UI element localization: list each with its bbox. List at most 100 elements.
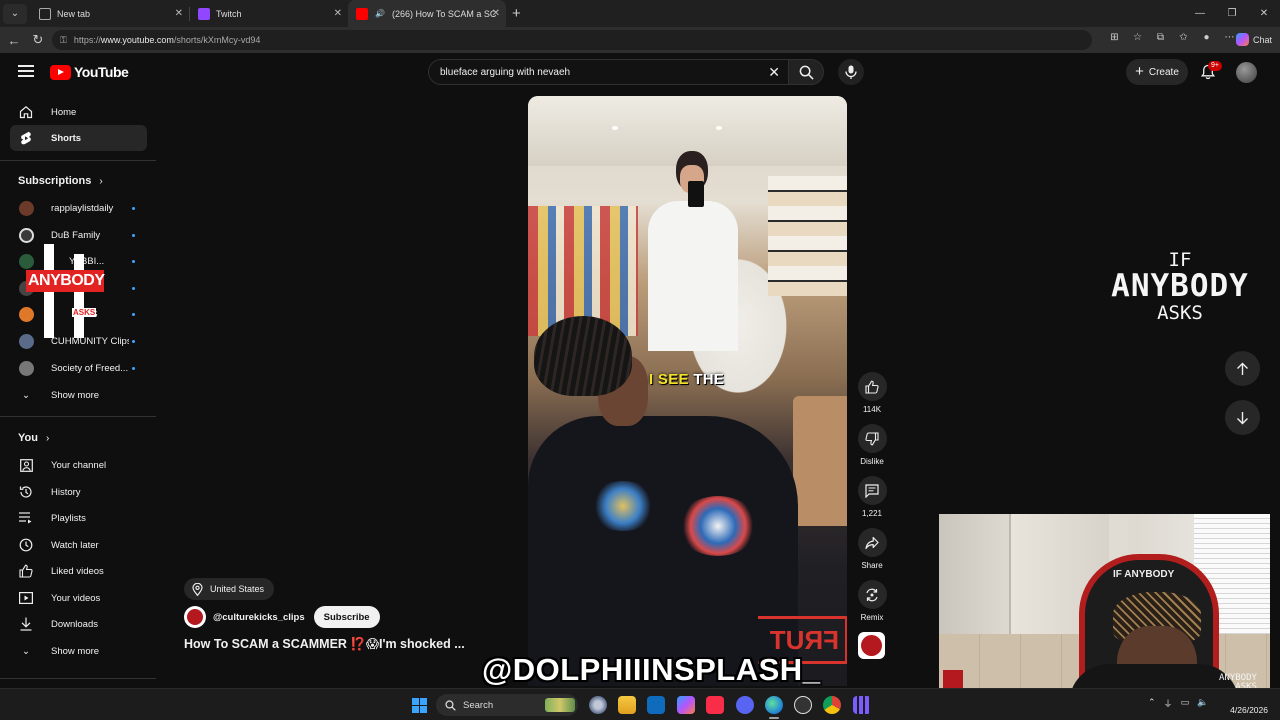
new-tab-button[interactable]: + xyxy=(512,5,521,22)
tab-twitch[interactable]: Twitch ✕ xyxy=(190,0,348,27)
you-show-more[interactable]: ⌄ Show more xyxy=(10,638,147,664)
chat-label: Chat xyxy=(1252,34,1272,45)
apps-grid-icon[interactable] xyxy=(853,696,871,714)
history-icon xyxy=(19,485,33,499)
subscriptions-heading[interactable]: Subscriptions › xyxy=(18,175,103,187)
search-button[interactable] xyxy=(788,59,824,85)
sidebar-item-label: Playlists xyxy=(51,512,86,524)
site-info-icon[interactable]: ⚿ xyxy=(60,35,67,46)
edge-browser-icon[interactable] xyxy=(765,696,783,714)
tab-actions-menu-button[interactable]: ⌄ xyxy=(3,3,27,24)
file-explorer-icon[interactable] xyxy=(618,696,636,714)
taskbar-search-box[interactable]: Search xyxy=(436,694,578,716)
sidebar-item-playlists[interactable]: Playlists xyxy=(10,505,147,531)
sidebar-item-label: Downloads xyxy=(51,618,98,630)
subscriptions-show-more[interactable]: ⌄ Show more xyxy=(10,382,147,408)
close-tab-icon[interactable]: ✕ xyxy=(492,8,500,19)
sidebar-item-downloads[interactable]: Downloads xyxy=(10,611,147,637)
channel-thumbnail[interactable] xyxy=(858,632,885,659)
app-available-icon[interactable]: ⊞ xyxy=(1106,32,1123,48)
taskbar-date[interactable]: 4/26/2026 xyxy=(1230,705,1268,715)
twitch-icon xyxy=(198,7,210,20)
restore-icon[interactable]: ❐ xyxy=(1216,0,1248,27)
extensions-icon[interactable]: ⧉ xyxy=(1152,32,1169,48)
tray-overflow-icon[interactable]: ⌃ xyxy=(1148,697,1156,710)
youtube-logo[interactable]: YouTube xyxy=(50,64,129,80)
youtube-favicon-icon xyxy=(356,7,368,20)
dislike-button[interactable]: Dislike xyxy=(856,424,888,466)
profile-icon[interactable]: ● xyxy=(1198,32,1215,48)
close-window-icon[interactable]: ✕ xyxy=(1248,0,1280,27)
new-content-dot xyxy=(132,312,135,316)
streamer-watermark: @DOLPHIIINSPLASH_ xyxy=(482,652,821,687)
create-label: Create xyxy=(1148,66,1179,78)
search-input[interactable]: blueface arguing with nevaeh ✕ xyxy=(428,59,790,85)
tab-new-tab[interactable]: New tab ✕ xyxy=(31,0,189,27)
account-avatar[interactable] xyxy=(1236,62,1257,83)
comment-count: 1,221 xyxy=(861,509,883,518)
clear-search-icon[interactable]: ✕ xyxy=(768,64,780,81)
tab-youtube-short[interactable]: 🔊 (266) How To SCAM a SCAMM ✕ xyxy=(348,0,506,27)
close-tab-icon[interactable]: ✕ xyxy=(175,8,183,19)
network-icon[interactable]: ⏚ xyxy=(1164,697,1173,710)
your-videos-icon xyxy=(19,591,33,605)
chevron-down-icon: ⌄ xyxy=(22,645,30,657)
back-icon[interactable]: ← xyxy=(2,33,26,48)
share-button[interactable]: Share xyxy=(856,528,888,570)
next-short-button[interactable] xyxy=(1225,400,1260,435)
display-icon[interactable]: ▭ xyxy=(1181,697,1190,710)
new-content-dot xyxy=(132,286,135,290)
menu-icon[interactable] xyxy=(18,65,34,77)
dislike-icon xyxy=(865,431,879,445)
volume-icon[interactable]: 🔈 xyxy=(1197,697,1208,710)
refresh-icon[interactable]: ↻ xyxy=(26,32,50,48)
sidebar-item-watch-later[interactable]: Watch later xyxy=(10,532,147,558)
create-button[interactable]: + Create xyxy=(1126,59,1188,85)
subscribe-button[interactable]: Subscribe xyxy=(313,606,380,628)
sidebar-subscription-item[interactable]: rapplaylistdaily xyxy=(10,195,147,221)
apple-music-icon[interactable] xyxy=(706,696,724,714)
tab-title: New tab xyxy=(57,8,91,19)
windows-start-icon[interactable] xyxy=(412,698,427,713)
copilot-icon[interactable] xyxy=(677,696,695,714)
voice-search-button[interactable] xyxy=(838,59,864,85)
settings-gear-icon[interactable] xyxy=(589,696,607,714)
sidebar-item-your-videos[interactable]: Your videos xyxy=(10,585,147,611)
sidebar-item-history[interactable]: History xyxy=(10,479,147,505)
sidebar-item-label: Liked videos xyxy=(51,565,104,577)
sidebar-subscription-item[interactable]: Society of Freed... xyxy=(10,355,147,381)
discord-icon[interactable] xyxy=(736,696,754,714)
channel-avatar xyxy=(19,200,34,216)
previous-short-button[interactable] xyxy=(1225,351,1260,386)
remix-button[interactable]: Remix xyxy=(856,580,888,622)
sidebar-item-liked-videos[interactable]: Liked videos xyxy=(10,558,147,584)
sidebar-item-your-channel[interactable]: Your channel xyxy=(10,452,147,478)
speaker-icon[interactable]: 🔊 xyxy=(374,8,386,20)
you-heading[interactable]: You › xyxy=(18,432,49,444)
channel-name[interactable]: @culturekicks_clips xyxy=(213,612,305,623)
notification-count-badge: 9+ xyxy=(1208,61,1222,71)
sidebar-item-label: Your channel xyxy=(51,459,107,471)
overlay-line-2: ANYBODY xyxy=(1111,268,1249,304)
chrome-icon[interactable] xyxy=(823,696,841,714)
chatgpt-icon[interactable] xyxy=(794,696,812,714)
copilot-chat-button[interactable]: Chat xyxy=(1235,33,1272,46)
sidebar-item-home[interactable]: Home xyxy=(10,99,147,125)
short-title[interactable]: How To SCAM a SCAMMER ⁉️😱I'm shocked ... xyxy=(184,636,465,652)
minimize-icon[interactable]: — xyxy=(1184,0,1216,27)
favorites-icon[interactable]: ✩ xyxy=(1175,32,1192,48)
shorts-video-player[interactable]: FRUT I SEE THE xyxy=(528,96,847,686)
outlook-icon[interactable] xyxy=(647,696,665,714)
chevron-right-icon: › xyxy=(99,175,103,187)
location-chip[interactable]: United States xyxy=(184,578,275,600)
sidebar-item-shorts[interactable]: Shorts xyxy=(10,125,147,151)
new-content-dot xyxy=(132,206,135,210)
channel-avatar[interactable] xyxy=(184,606,206,628)
comments-button[interactable]: 1,221 xyxy=(856,476,888,518)
like-button[interactable]: 114K xyxy=(856,372,888,414)
sidebar-item-label: Your videos xyxy=(51,592,101,604)
close-tab-icon[interactable]: ✕ xyxy=(334,8,342,19)
favorite-star-icon[interactable]: ☆ xyxy=(1129,32,1146,48)
url-field[interactable]: ⚿ https://www.youtube.com/shorts/kXmMcy-… xyxy=(52,30,1092,50)
youtube-play-icon xyxy=(50,64,71,80)
